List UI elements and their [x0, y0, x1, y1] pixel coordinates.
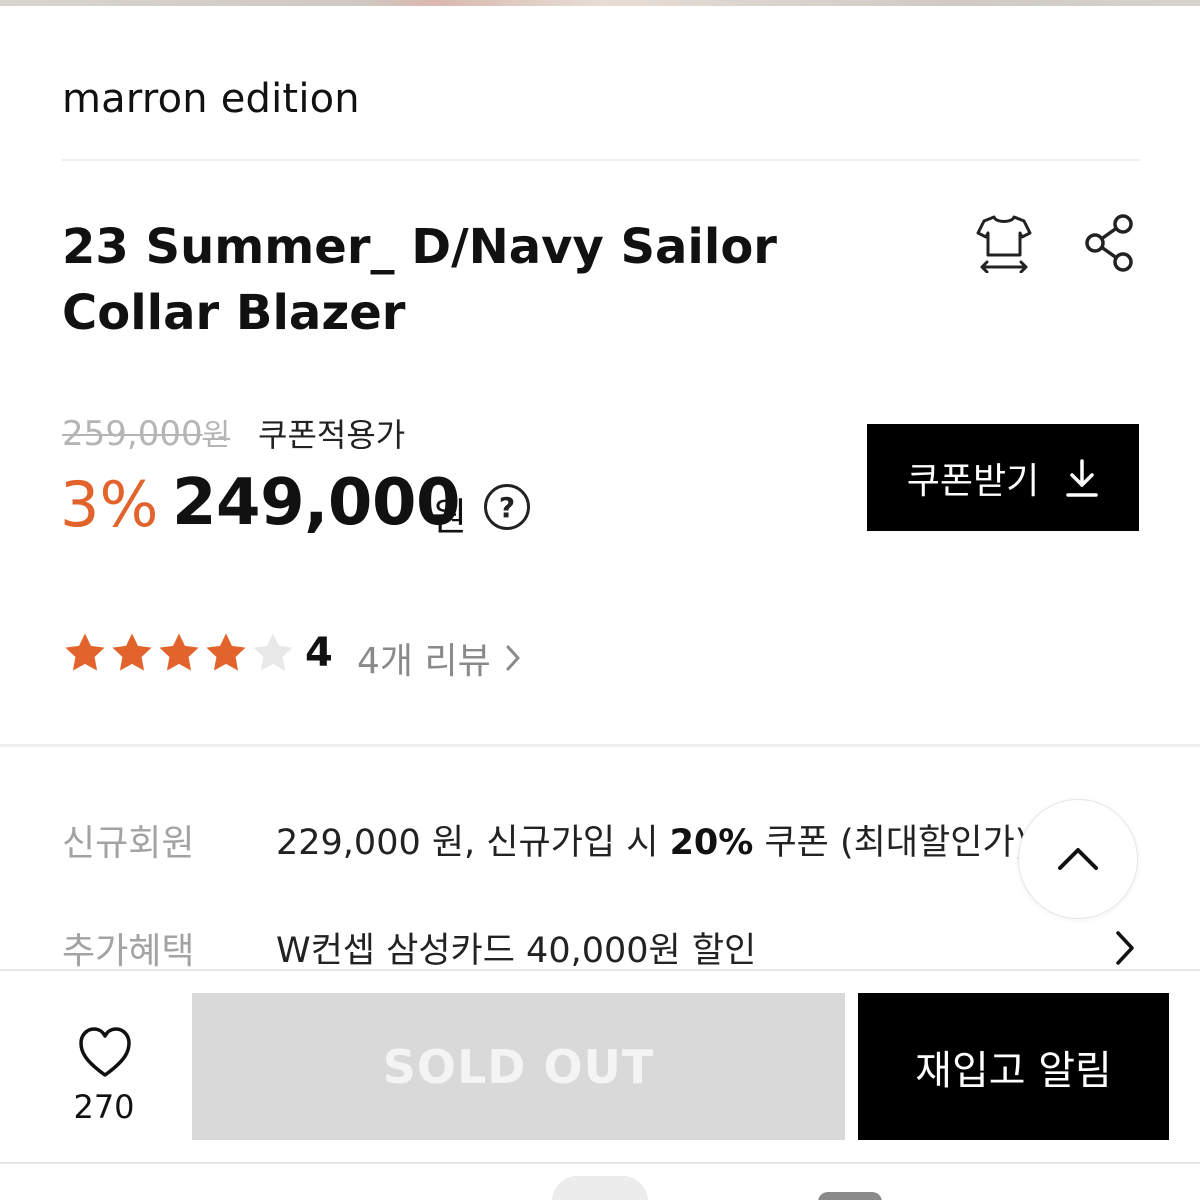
- original-price-unit: 원: [202, 418, 231, 453]
- sale-price: 249,000: [172, 466, 461, 540]
- original-price-value: 259,000: [62, 414, 203, 454]
- rating-score: 4: [305, 630, 333, 676]
- divider: [0, 1162, 1200, 1164]
- original-price: 259,000원: [62, 410, 230, 454]
- chevron-right-icon[interactable]: [1110, 928, 1140, 968]
- coupon-download-button[interactable]: 쿠폰받기: [867, 424, 1139, 531]
- benefit-label-new-member: 신규회원: [62, 823, 195, 864]
- chevron-right-icon: [506, 645, 520, 671]
- download-icon: [1065, 458, 1099, 498]
- price-unit: 원: [432, 495, 467, 539]
- chevron-up-icon: [1058, 848, 1098, 870]
- product-image-edge: [0, 0, 1200, 6]
- coupon-price-label: 쿠폰적용가: [258, 416, 406, 454]
- price-help-icon[interactable]: ?: [484, 484, 530, 530]
- discount-rate: 3%: [60, 468, 159, 541]
- star-empty-icon: [253, 633, 293, 671]
- benefit-label-extra: 추가혜택: [62, 931, 195, 972]
- divider: [62, 159, 1139, 161]
- star-filled-icon: [159, 633, 199, 671]
- share-icon: [1085, 214, 1133, 272]
- share-button[interactable]: [1078, 208, 1140, 276]
- star-filled-icon: [206, 633, 246, 671]
- benefit-text: 229,000 원, 신규가입 시: [276, 823, 670, 863]
- restock-alert-button[interactable]: 재입고 알림: [858, 993, 1169, 1140]
- brand-name[interactable]: marron edition: [62, 76, 360, 122]
- wishlist-button[interactable]: [70, 1024, 140, 1080]
- size-guide-button[interactable]: [970, 208, 1038, 276]
- tshirt-size-icon: [976, 215, 1032, 273]
- benefit-text-suffix: 쿠폰 (최대할인가): [753, 823, 1029, 863]
- nav-bar-item[interactable]: [552, 1176, 648, 1200]
- soldout-button: SOLD OUT: [192, 993, 845, 1140]
- scroll-to-top-button[interactable]: [1018, 799, 1138, 919]
- coupon-button-label: 쿠폰받기: [906, 460, 1040, 502]
- benefit-value-extra[interactable]: W컨셉 삼성카드 40,000원 할인: [276, 922, 756, 973]
- rating-stars: [62, 630, 296, 676]
- review-count-label: 4개 리뷰: [357, 641, 491, 682]
- section-divider: [0, 744, 1200, 747]
- star-filled-icon: [112, 633, 152, 671]
- heart-icon: [79, 1027, 131, 1077]
- review-link[interactable]: 4개 리뷰: [357, 632, 521, 684]
- product-title: 23 Summer_ D/Navy Sailor Collar Blazer: [62, 219, 777, 341]
- nav-bar-item[interactable]: [818, 1192, 882, 1200]
- like-count: 270: [73, 1088, 135, 1126]
- star-filled-icon: [65, 633, 105, 671]
- benefit-highlight: 20%: [669, 823, 754, 863]
- benefit-value-new-member: 229,000 원, 신규가입 시 20% 쿠폰 (최대할인가): [276, 814, 1028, 865]
